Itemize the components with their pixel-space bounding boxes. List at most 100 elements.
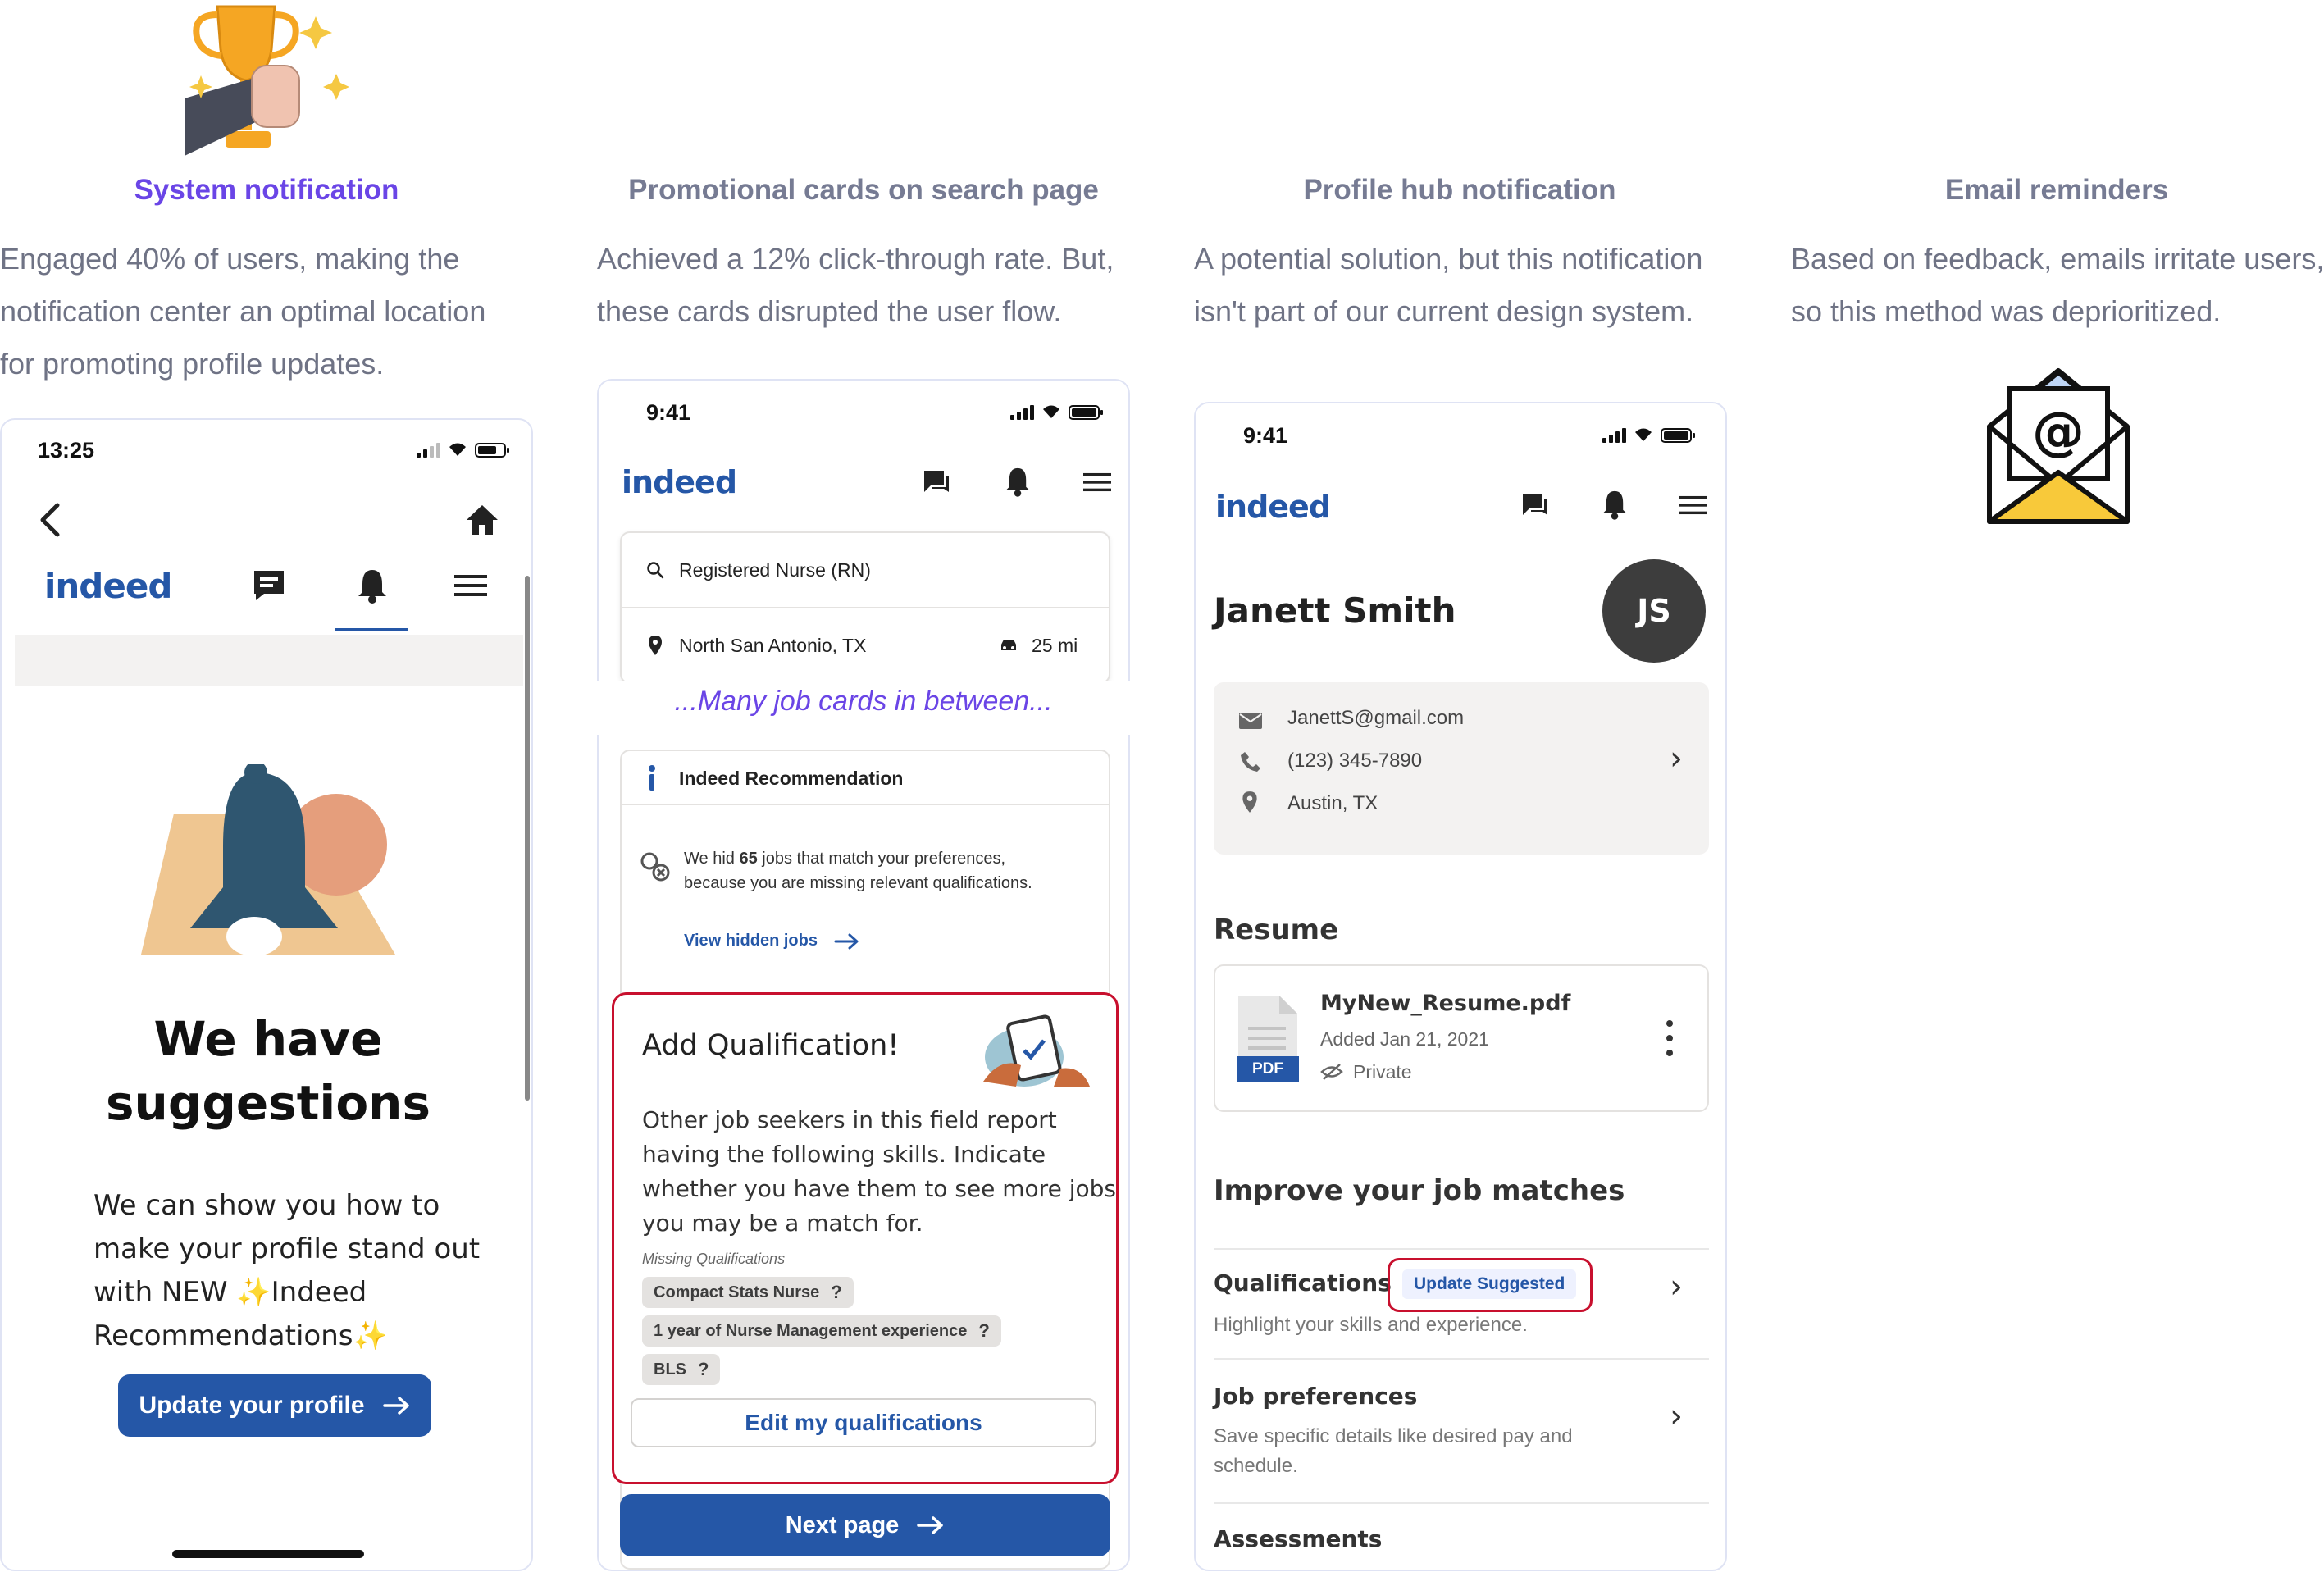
- avatar[interactable]: JS: [1602, 559, 1706, 663]
- help-icon[interactable]: ?: [831, 1282, 841, 1303]
- message-icon[interactable]: [920, 466, 953, 499]
- resume-card[interactable]: PDF MyNew_Resume.pdf Added Jan 21, 2021 …: [1214, 964, 1709, 1112]
- item-title: Job preferences: [1214, 1383, 1418, 1410]
- list-item-qualifications[interactable]: Qualifications Update Suggested Highligh…: [1214, 1250, 1709, 1351]
- wifi-icon: [1633, 426, 1654, 443]
- menu-icon[interactable]: [453, 569, 489, 602]
- bell-illustration: [141, 761, 395, 969]
- rec-text: We hid 65 jobs that match your preferenc…: [684, 850, 1032, 892]
- status-time: 9:41: [646, 400, 691, 425]
- home-indicator: [172, 1550, 364, 1558]
- phone-text: (123) 345-7890: [1287, 750, 1423, 772]
- arrow-right-icon: [834, 933, 859, 949]
- missing-label: Missing Qualifications: [642, 1251, 786, 1267]
- pdf-file-icon: PDF: [1237, 994, 1299, 1084]
- improve-heading: Improve your job matches: [1214, 1174, 1625, 1207]
- contact-card[interactable]: JanettS@gmail.com (123) 345-7890 Austin,…: [1214, 682, 1709, 855]
- envelope-at-icon: @: [1987, 368, 2130, 524]
- hidden-filter-icon: [640, 852, 670, 882]
- phone-search-page-bottom: Indeed Recommendation We hid 65 jobs tha…: [597, 735, 1130, 1571]
- signal-icon: [417, 443, 440, 458]
- message-icon[interactable]: [1519, 489, 1552, 522]
- indeed-logo[interactable]: indeed: [1215, 489, 1331, 525]
- add-qualification-title: Add Qualification!: [642, 1029, 900, 1062]
- active-tab-indicator: [335, 628, 408, 631]
- eye-slash-icon: [1320, 1064, 1343, 1080]
- column-title-profile-hub: Profile hub notification: [1303, 174, 1616, 206]
- indeed-logo[interactable]: indeed: [44, 566, 172, 606]
- home-icon[interactable]: [464, 502, 500, 538]
- distance-text[interactable]: 25 mi: [1032, 635, 1078, 657]
- help-icon[interactable]: ?: [978, 1320, 989, 1342]
- rec-header: Indeed Recommendation: [622, 751, 1109, 805]
- column-title-promotional-cards: Promotional cards on search page: [628, 174, 1099, 206]
- next-page-button[interactable]: Next page: [620, 1494, 1110, 1556]
- rec-title: Indeed Recommendation: [679, 768, 904, 789]
- bell-icon[interactable]: [1597, 487, 1632, 522]
- column-title-email-reminders: Email reminders: [1944, 174, 2169, 206]
- status-icons: [1010, 403, 1103, 420]
- status-icons: [417, 441, 509, 458]
- chevron-right-icon: ›: [1670, 740, 1683, 777]
- indeed-logo[interactable]: indeed: [622, 464, 737, 500]
- battery-icon: [1661, 428, 1695, 443]
- phone-icon: [1241, 752, 1260, 772]
- what-field[interactable]: Registered Nurse (RN): [622, 533, 1109, 608]
- qualification-chip[interactable]: Compact Stats Nurse?: [642, 1277, 854, 1308]
- view-hidden-jobs-link[interactable]: View hidden jobs: [684, 932, 860, 950]
- location-pin-icon: [649, 636, 662, 655]
- qualification-chip[interactable]: BLS?: [642, 1354, 721, 1385]
- column-title-system-notification: System notification: [134, 174, 399, 206]
- resume-privacy: Private: [1353, 1061, 1412, 1082]
- where-field[interactable]: North San Antonio, TX 25 mi: [622, 608, 1109, 681]
- more-options-icon[interactable]: [1665, 1020, 1675, 1056]
- chip-list: Compact Stats Nurse? 1 year of Nurse Man…: [642, 1277, 1001, 1392]
- update-suggested-badge: Update Suggested: [1402, 1269, 1577, 1299]
- resume-heading: Resume: [1214, 914, 1339, 946]
- item-title: Qualifications: [1214, 1269, 1392, 1297]
- menu-icon[interactable]: [1676, 490, 1709, 520]
- status-time: 13:25: [38, 438, 95, 463]
- item-title: Assessments: [1214, 1525, 1383, 1552]
- body-text: We can show you how to make your profile…: [93, 1189, 481, 1352]
- gray-banner: [15, 635, 523, 686]
- item-desc: Highlight your skills and experience.: [1214, 1314, 1528, 1336]
- help-icon[interactable]: ?: [698, 1359, 709, 1380]
- trophy-illustration: [176, 0, 357, 164]
- chevron-right-icon: ›: [1670, 1397, 1683, 1435]
- location-pin-icon: [1242, 791, 1257, 813]
- search-icon: [647, 562, 664, 579]
- location-text: Austin, TX: [1287, 792, 1378, 814]
- status-time: 9:41: [1243, 423, 1288, 448]
- phone-profile-hub: 9:41 indeed Janett Smith JS JanettS@gmai…: [1194, 402, 1727, 1571]
- resume-added-date: Added Jan 21, 2021: [1320, 1028, 1489, 1050]
- phone-search-page-top: 9:41 indeed Registered Nurse (RN) North …: [597, 379, 1130, 681]
- edit-qualifications-button[interactable]: Edit my qualifications: [631, 1398, 1096, 1447]
- status-icons: [1602, 426, 1695, 443]
- clipboard-illustration: [975, 1008, 1098, 1090]
- bell-icon[interactable]: [1000, 464, 1035, 499]
- column-desc-profile-hub: A potential solution, but this notificat…: [1194, 242, 1703, 328]
- qualification-chip[interactable]: 1 year of Nurse Management experience?: [642, 1315, 1001, 1347]
- svg-text:@: @: [2032, 402, 2085, 463]
- email-illustration: @: [1983, 361, 2134, 530]
- add-qualification-card: Add Qualification! Other job seekers in …: [612, 992, 1119, 1484]
- wifi-icon: [447, 441, 468, 458]
- wifi-icon: [1041, 403, 1062, 420]
- search-box: Registered Nurse (RN) North San Antonio,…: [620, 531, 1110, 681]
- message-icon[interactable]: [251, 567, 287, 604]
- between-note: ...Many job cards in between...: [674, 686, 1053, 717]
- add-qualification-body: Other job seekers in this field report h…: [642, 1106, 1116, 1237]
- back-icon[interactable]: [33, 500, 66, 540]
- column-desc-email-reminders: Based on feedback, emails irritate users…: [1791, 242, 2324, 328]
- bell-icon[interactable]: [353, 566, 392, 605]
- chevron-right-icon: ›: [1670, 1268, 1683, 1306]
- update-profile-button[interactable]: Update your profile: [118, 1374, 431, 1437]
- email-text: JanettS@gmail.com: [1287, 707, 1465, 729]
- search-query: Registered Nurse (RN): [679, 559, 871, 581]
- menu-icon[interactable]: [1081, 467, 1114, 497]
- list-item-job-preferences[interactable]: Job preferences Save specific details li…: [1214, 1360, 1709, 1499]
- headline: We have suggestions: [106, 1011, 431, 1131]
- list-item-assessments[interactable]: Assessments: [1214, 1504, 1709, 1570]
- column-desc-system-notification: Engaged 40% of users, making the notific…: [0, 242, 486, 381]
